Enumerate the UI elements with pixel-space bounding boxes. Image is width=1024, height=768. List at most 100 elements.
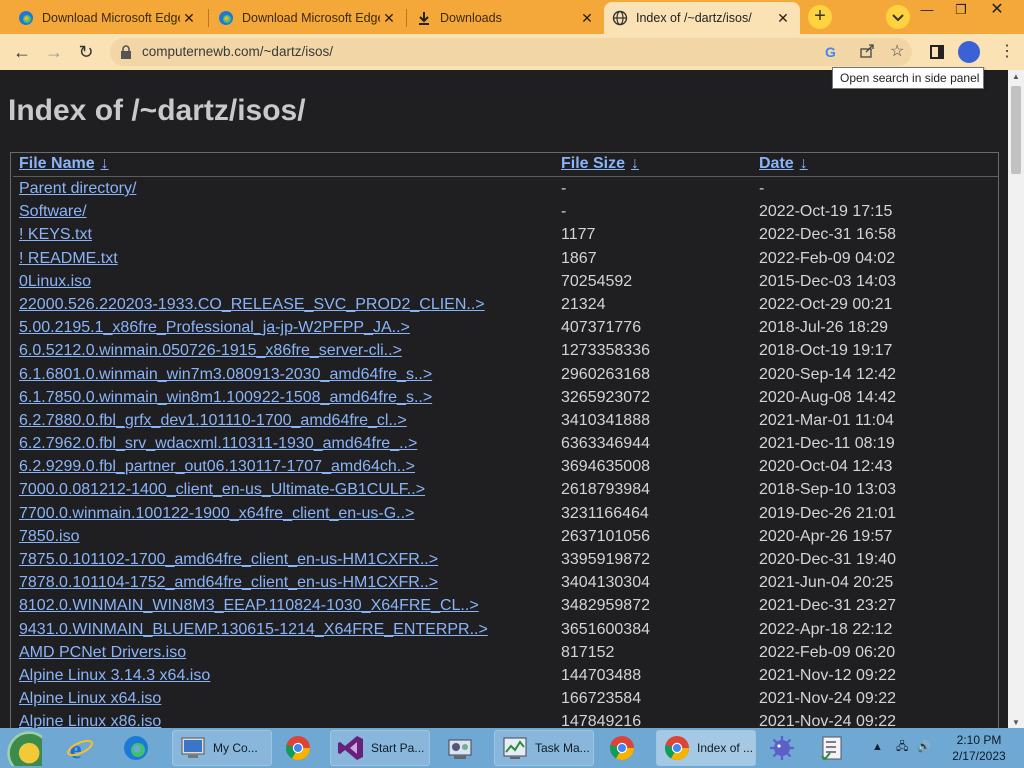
file-link[interactable]: 7000.0.081212-1400_client_en-us_Ultimate… — [19, 481, 425, 499]
table-row: 6.2.9299.0.fbl_partner_out06.130117-1707… — [11, 455, 1000, 478]
file-date: 2021-Mar-01 11:04 — [759, 411, 894, 429]
file-link[interactable]: AMD PCNet Drivers.iso — [19, 644, 186, 662]
reload-button[interactable]: ↻ — [74, 40, 98, 64]
file-size: 3694635008 — [561, 458, 650, 476]
taskbar-control-panel[interactable] — [446, 730, 474, 766]
file-link[interactable]: Alpine Linux 3.14.3 x64.iso — [19, 667, 210, 685]
table-row: 6.2.7962.0.fbl_srv_wdacxml.110311-1930_a… — [11, 432, 1000, 455]
tab-search-button[interactable] — [886, 5, 910, 29]
profile-avatar[interactable] — [958, 41, 980, 63]
close-tab-icon[interactable]: ✕ — [578, 9, 596, 27]
close-tab-icon[interactable]: ✕ — [380, 9, 398, 27]
table-row: Parent directory/ - - — [11, 177, 1000, 200]
file-link[interactable]: 7878.0.101104-1752_amd64fre_client_en-us… — [19, 574, 438, 592]
sort-arrow-icon: ↓ — [100, 155, 109, 172]
file-date: 2021-Nov-12 09:22 — [759, 666, 896, 684]
edge-icon — [219, 11, 233, 25]
file-date: 2022-Oct-29 00:21 — [759, 295, 893, 313]
column-header-file-size[interactable]: File Size ↓ — [561, 155, 639, 173]
file-date: 2015-Dec-03 14:03 — [759, 272, 896, 290]
side-panel-icon[interactable] — [930, 45, 944, 59]
file-link[interactable]: 6.2.7880.0.fbl_grfx_dev1.101110-1700_amd… — [19, 412, 407, 430]
file-link[interactable]: 6.2.7962.0.fbl_srv_wdacxml.110311-1930_a… — [19, 435, 417, 453]
taskbar-my-computer[interactable]: My Co... — [172, 730, 272, 766]
column-header-file-name[interactable]: File Name ↓ — [19, 155, 109, 173]
taskbar-ie[interactable]: e — [66, 730, 94, 766]
file-link[interactable]: 22000.526.220203-1933.CO_RELEASE_SVC_PRO… — [19, 296, 485, 314]
browser-tab-1[interactable]: Download Microsoft Edge ✕ — [10, 2, 206, 34]
file-link[interactable]: 7700.0.winmain.100122-1900_x64fre_client… — [19, 505, 414, 523]
file-link[interactable]: 8102.0.WINMAIN_WIN8M3_EEAP.110824-1030_X… — [19, 597, 479, 615]
file-date: 2018-Jul-26 18:29 — [759, 319, 888, 337]
scroll-up-arrow-icon[interactable]: ▲ — [1008, 70, 1024, 84]
back-button[interactable]: ← — [10, 40, 34, 64]
file-date: 2020-Oct-04 12:43 — [759, 458, 893, 476]
browser-toolbar: ← → ↻ computernewb.com/~dartz/isos/ G ☆ … — [0, 34, 1024, 70]
file-link[interactable]: 9431.0.WINMAIN_BLUEMP.130615-1214_X64FRE… — [19, 621, 488, 639]
file-size: 3410341888 — [561, 411, 650, 429]
taskbar-chrome-2[interactable] — [608, 730, 636, 766]
file-link[interactable]: 6.2.9299.0.fbl_partner_out06.130117-1707… — [19, 458, 415, 476]
table-row: 7700.0.winmain.100122-1900_x64fre_client… — [11, 502, 1000, 525]
table-row: AMD PCNet Drivers.iso 817152 2022-Feb-09 0… — [11, 641, 1000, 664]
scrollbar-thumb[interactable] — [1011, 86, 1021, 174]
browser-tab-3[interactable]: Downloads ✕ — [408, 2, 604, 34]
taskbar-virus-app[interactable] — [768, 730, 796, 766]
file-link[interactable]: Parent directory/ — [19, 180, 136, 198]
table-row: Software/ - 2022-Oct-19 17:15 — [11, 200, 1000, 223]
file-link[interactable]: 6.0.5212.0.winmain.050726-1915_x86fre_se… — [19, 342, 402, 360]
table-row: 7000.0.081212-1400_client_en-us_Ultimate… — [11, 478, 1000, 501]
checklist-icon — [821, 736, 842, 761]
new-tab-button[interactable]: + — [808, 5, 832, 29]
file-link[interactable]: Alpine Linux x64.iso — [19, 690, 161, 708]
taskbar-edge[interactable] — [122, 730, 150, 766]
browser-menu-icon[interactable]: ⋮ — [997, 42, 1017, 62]
start-button[interactable] — [6, 730, 42, 766]
show-hidden-icons-icon[interactable]: ▲ — [872, 741, 883, 753]
file-date: 2018-Oct-19 19:17 — [759, 342, 893, 360]
column-header-date[interactable]: Date ↓ — [759, 155, 808, 173]
chevron-down-icon — [892, 14, 904, 22]
taskbar-clock[interactable]: 2:10 PM 2/17/2023 — [948, 732, 1010, 764]
sort-arrow-icon: ↓ — [631, 155, 640, 172]
side-panel-tooltip: Open search in side panel — [832, 67, 984, 89]
file-date: 2022-Feb-09 04:02 — [759, 249, 896, 267]
close-tab-icon[interactable]: ✕ — [180, 9, 198, 27]
file-link[interactable]: Software/ — [19, 203, 87, 221]
file-link[interactable]: 5.00.2195.1_x86fre_Professional_ja-jp-W2… — [19, 319, 410, 337]
file-size: 1177 — [561, 226, 596, 244]
taskbar-checklist-app[interactable] — [818, 730, 846, 766]
file-link[interactable]: 6.1.6801.0.winmain_win7m3.080913-2030_am… — [19, 366, 432, 384]
table-row: 6.2.7880.0.fbl_grfx_dev1.101110-1700_amd… — [11, 409, 1000, 432]
forward-button[interactable]: → — [42, 40, 66, 64]
taskbar-chrome-index[interactable]: Index of ... — [656, 730, 756, 766]
minimize-button[interactable]: — — [912, 0, 942, 22]
taskbar-chrome[interactable] — [284, 730, 312, 766]
network-icon[interactable]: 🖧 — [896, 741, 908, 753]
page-scrollbar[interactable]: ▲ ▼ — [1008, 70, 1024, 730]
file-date: 2020-Apr-26 19:57 — [759, 527, 893, 545]
close-tab-icon[interactable]: ✕ — [774, 9, 792, 27]
maximize-button[interactable]: ❐ — [946, 0, 976, 22]
file-size: 2637101056 — [561, 527, 650, 545]
sort-arrow-icon: ↓ — [799, 155, 808, 172]
file-link[interactable]: ! README.txt — [19, 250, 118, 268]
volume-icon[interactable]: 🔊 — [917, 741, 931, 753]
taskbar-task-manager[interactable]: Task Ma... — [494, 730, 594, 766]
file-link[interactable]: 6.1.7850.0.winmain_win8m1.100922-1508_am… — [19, 389, 432, 407]
file-size: 144703488 — [561, 666, 642, 684]
close-window-button[interactable]: ✕ — [982, 0, 1012, 22]
browser-tab-2[interactable]: Download Microsoft Edge ✕ — [210, 2, 406, 34]
file-link[interactable]: 7850.iso — [19, 528, 80, 546]
file-listing-table: File Name ↓ File Size ↓ Date ↓ Parent direc… — [10, 152, 999, 730]
table-row: ! KEYS.txt 1177 2022-Dec-31 16:58 — [11, 223, 1000, 246]
share-icon[interactable] — [859, 43, 875, 59]
address-bar[interactable]: computernewb.com/~dartz/isos/ G ☆ — [110, 38, 912, 66]
taskbar-visual-studio[interactable]: Start Pa... — [330, 730, 430, 766]
file-link[interactable]: 0Linux.iso — [19, 273, 91, 291]
file-link[interactable]: ! KEYS.txt — [19, 226, 92, 244]
browser-tab-4[interactable]: Index of /~dartz/isos/ ✕ — [604, 2, 800, 34]
google-search-icon[interactable]: G — [825, 44, 836, 60]
bookmark-star-icon[interactable]: ☆ — [890, 41, 904, 61]
file-link[interactable]: 7875.0.101102-1700_amd64fre_client_en-us… — [19, 551, 438, 569]
